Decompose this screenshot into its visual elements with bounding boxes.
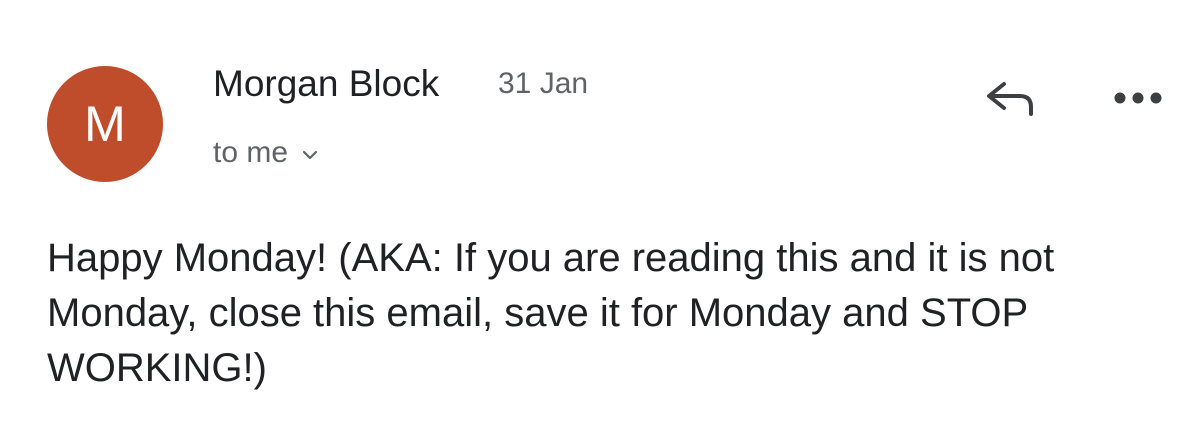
more-options-button[interactable] <box>1108 80 1168 120</box>
more-options-icon <box>1112 90 1164 111</box>
recipient-details-toggle[interactable]: to me <box>213 134 318 172</box>
reply-button[interactable] <box>978 72 1042 128</box>
reply-icon <box>982 76 1038 125</box>
avatar[interactable]: M <box>47 66 163 182</box>
email-header: M Morgan Block 31 Jan to me <box>0 0 1200 210</box>
recipient-label: to me <box>213 136 289 169</box>
email-body: Happy Monday! (AKA: If you are reading t… <box>47 236 1055 390</box>
avatar-initial: M <box>84 96 126 152</box>
sender-name: Morgan Block <box>213 63 440 104</box>
sent-date: 31 Jan <box>498 67 589 100</box>
chevron-down-icon <box>302 148 318 160</box>
